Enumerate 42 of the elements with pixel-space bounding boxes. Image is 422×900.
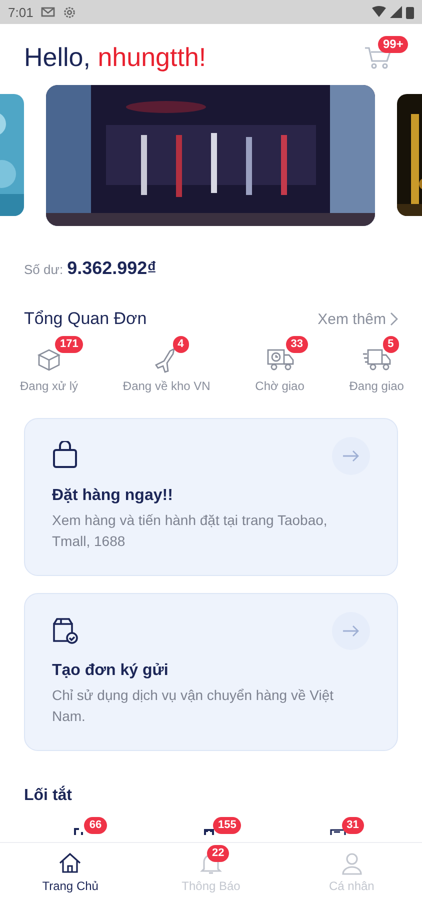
order-status-item[interactable]: Đang xử lý 171 bbox=[11, 335, 88, 393]
settings-icon bbox=[63, 6, 76, 18]
see-more-link[interactable]: Xem thêm bbox=[318, 310, 398, 328]
card-description: Chỉ sử dụng dịch vụ vận chuyển hàng về Việt Nam. bbox=[52, 686, 335, 726]
greeting-text: Hello, bbox=[24, 42, 92, 72]
person-icon bbox=[340, 850, 364, 874]
section-title: Lối tắt bbox=[23, 784, 73, 805]
arrow-right-icon bbox=[342, 450, 360, 462]
count-badge: 171 bbox=[55, 336, 84, 353]
card-title: Đặt hàng ngay!! bbox=[52, 487, 174, 505]
section-title: Tổng Quan Đơn bbox=[24, 309, 147, 329]
battery-icon bbox=[406, 6, 414, 18]
shopping-bag-icon bbox=[52, 441, 78, 469]
mail-icon bbox=[41, 6, 56, 18]
shortcut-icon[interactable] bbox=[330, 827, 346, 835]
chevron-right-icon bbox=[390, 312, 398, 326]
count-badge: 5 bbox=[382, 336, 399, 353]
count-badge: 99+ bbox=[378, 36, 408, 53]
count-badge: 155 bbox=[212, 817, 242, 834]
count-badge: 4 bbox=[172, 336, 189, 353]
home-icon bbox=[58, 850, 82, 874]
order-status-item[interactable]: Đang về kho VN 4 bbox=[114, 335, 220, 393]
card-description: Xem hàng và tiến hành đặt tại trang Taobao, Tmall, 1688 bbox=[52, 511, 328, 551]
wifi-icon bbox=[372, 6, 386, 18]
box-check-icon bbox=[52, 616, 78, 644]
card-title: Tạo đơn ký gửi bbox=[52, 662, 170, 680]
count-badge: 66 bbox=[84, 817, 107, 834]
count-badge: 33 bbox=[286, 336, 308, 353]
order-status-item[interactable]: Chờ giao 33 bbox=[246, 335, 314, 393]
action-card[interactable]: Đặt hàng ngay!! Xem hàng và tiến hành đặt tại trang Taobao, Tmall, 1688 bbox=[24, 418, 398, 576]
username: nhungtth! bbox=[98, 42, 206, 72]
nav-tab[interactable]: Thông Báo 22 bbox=[140, 843, 282, 900]
count-badge: 31 bbox=[342, 817, 364, 834]
order-status-item[interactable]: Đang giao 5 bbox=[340, 335, 413, 393]
balance-label: Số dư: bbox=[24, 262, 64, 277]
arrow-right-icon bbox=[342, 625, 360, 637]
status-time: 7:01 bbox=[8, 4, 34, 20]
signal-icon bbox=[390, 6, 402, 18]
nav-tab[interactable]: Trang Chủ bbox=[0, 843, 141, 900]
balance-amount: 9.362.992₫ bbox=[67, 258, 156, 279]
action-card[interactable]: Tạo đơn ký gửi Chỉ sử dụng dịch vụ vận chuyển hàng về Việt Nam. bbox=[24, 593, 398, 751]
count-badge: 22 bbox=[207, 845, 230, 862]
